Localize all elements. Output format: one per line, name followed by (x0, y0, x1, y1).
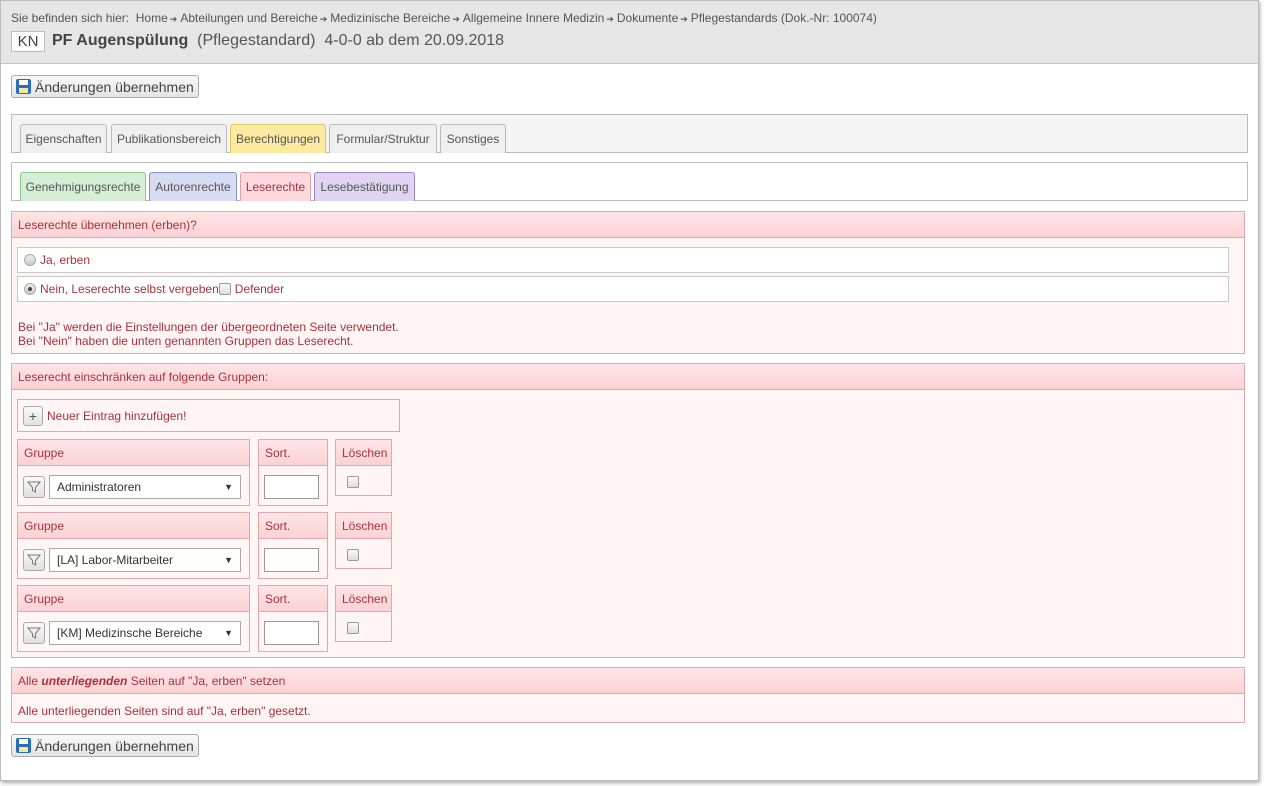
option-yes[interactable]: Ja, erben (17, 247, 1229, 273)
delete-cell: Löschen (335, 439, 392, 496)
save-button-bottom[interactable]: Änderungen übernehmen (11, 734, 199, 757)
group-header: Gruppe (18, 586, 249, 612)
sort-cell: Sort. (258, 585, 328, 652)
group-cell: Gruppe Administratoren ▼ (17, 439, 250, 506)
subpages-title-pre: Alle (18, 674, 39, 688)
defender-label: Defender (234, 282, 285, 296)
floppy-icon (16, 79, 31, 94)
save-label: Änderungen übernehmen (35, 737, 194, 754)
sort-input[interactable] (264, 475, 319, 499)
group-value: [LA] Labor-Mitarbeiter (57, 553, 174, 567)
subpages-title-post: Seiten auf "Ja, erben" setzen (130, 674, 286, 688)
add-entry-row: + Neuer Eintrag hinzufügen! (17, 399, 400, 432)
inherit-panel: Leserechte übernehmen (erben)? Ja, erben… (11, 211, 1245, 354)
page-title: PF Augenspülung (Pflegestandard) 4-0-0 a… (52, 32, 504, 50)
delete-cell: Löschen (335, 585, 392, 642)
dropdown-arrow-icon: ▼ (224, 555, 233, 565)
group-select[interactable]: [LA] Labor-Mitarbeiter ▼ (49, 548, 241, 572)
subtab-genehmigungsrechte[interactable]: Genehmigungsrechte (20, 172, 146, 201)
subpages-title-em: unterliegenden (41, 674, 128, 688)
breadcrumb-abteilungen[interactable]: Abteilungen und Bereiche (180, 11, 317, 25)
doc-title: PF Augenspülung (52, 32, 189, 49)
option-no-label: Nein, Leserechte selbst vergeben (40, 282, 219, 296)
doc-type: (Pflegestandard) (197, 32, 316, 49)
subpages-status: Alle unterliegenden Seiten sind auf "Ja,… (18, 704, 311, 718)
delete-cell: Löschen (335, 512, 392, 569)
group-cell: Gruppe [KM] Medizinsche Bereiche ▼ (17, 585, 250, 652)
groups-title: Leserecht einschränken auf folgende Grup… (12, 364, 1244, 390)
tab-publikationsbereich[interactable]: Publikationsbereich (111, 124, 227, 153)
filter-icon[interactable] (23, 622, 45, 644)
radio-no[interactable] (24, 283, 36, 295)
delete-checkbox[interactable] (347, 622, 359, 634)
sort-input[interactable] (264, 621, 319, 645)
add-entry-button[interactable]: + (23, 405, 43, 426)
sort-cell: Sort. (258, 512, 328, 579)
add-entry-label[interactable]: Neuer Eintrag hinzufügen! (47, 409, 186, 423)
inherit-title: Leserechte übernehmen (erben)? (12, 212, 1244, 238)
subpages-panel: Alle unterliegenden Seiten auf "Ja, erbe… (11, 667, 1245, 723)
sort-cell: Sort. (258, 439, 328, 506)
filter-icon[interactable] (23, 476, 45, 498)
floppy-icon (16, 738, 31, 753)
sort-input[interactable] (264, 548, 319, 572)
group-header: Gruppe (18, 440, 249, 466)
option-yes-label: Ja, erben (40, 253, 91, 267)
doc-badge: KN (11, 31, 45, 52)
delete-header: Löschen (336, 586, 391, 612)
hint-yes: Bei "Ja" werden die Einstellungen der üb… (18, 320, 399, 334)
delete-header: Löschen (336, 440, 391, 466)
subpages-title[interactable]: Alle unterliegenden Seiten auf "Ja, erbe… (12, 668, 1244, 694)
radio-yes[interactable] (24, 254, 36, 266)
group-select[interactable]: Administratoren ▼ (49, 475, 241, 499)
group-cell: Gruppe [LA] Labor-Mitarbeiter ▼ (17, 512, 250, 579)
main-tabs: Eigenschaften Publikationsbereich Berech… (11, 114, 1248, 153)
tab-eigenschaften[interactable]: Eigenschaften (20, 124, 107, 153)
sub-tabs: Genehmigungsrechte Autorenrechte Leserec… (11, 162, 1248, 201)
subtab-leserechte[interactable]: Leserechte (240, 172, 311, 201)
breadcrumb-pflegestandards[interactable]: Pflegestandards (Dok.-Nr: 100074) (691, 11, 877, 25)
sort-header: Sort. (259, 586, 327, 612)
defender-checkbox[interactable] (218, 283, 231, 295)
delete-checkbox[interactable] (347, 476, 359, 488)
sort-header: Sort. (259, 513, 327, 539)
save-button-top[interactable]: Änderungen übernehmen (11, 75, 199, 98)
breadcrumb-innere[interactable]: Allgemeine Innere Medizin (463, 11, 604, 25)
sort-header: Sort. (259, 440, 327, 466)
dropdown-arrow-icon: ▼ (224, 628, 233, 638)
delete-checkbox[interactable] (347, 549, 359, 561)
tab-formular-struktur[interactable]: Formular/Struktur (329, 124, 437, 153)
tab-berechtigungen[interactable]: Berechtigungen (230, 124, 326, 153)
option-no[interactable]: Nein, Leserechte selbst vergeben Defender (17, 276, 1229, 302)
group-select[interactable]: [KM] Medizinsche Bereiche ▼ (49, 621, 241, 645)
breadcrumb-dokumente[interactable]: Dokumente (617, 11, 678, 25)
breadcrumb: Sie befinden sich hier: Home ➔ Abteilungen… (11, 11, 877, 25)
dropdown-arrow-icon: ▼ (224, 482, 233, 492)
subtab-lesebestaetigung[interactable]: Lesebestätigung (314, 172, 415, 201)
breadcrumb-home[interactable]: Home (136, 11, 168, 25)
tab-sonstiges[interactable]: Sonstiges (440, 124, 506, 153)
subtab-autorenrechte[interactable]: Autorenrechte (149, 172, 237, 201)
group-value: Administratoren (57, 480, 142, 494)
save-label: Änderungen übernehmen (35, 78, 194, 95)
group-value: [KM] Medizinsche Bereiche (57, 626, 203, 640)
doc-version: 4-0-0 ab dem 20.09.2018 (324, 32, 505, 49)
delete-header: Löschen (336, 513, 391, 539)
breadcrumb-prefix: Sie befinden sich hier: (11, 11, 130, 25)
breadcrumb-medizinische[interactable]: Medizinische Bereiche (330, 11, 450, 25)
hint-no: Bei "Nein" haben die unten genannten Gru… (18, 334, 354, 348)
filter-icon[interactable] (23, 549, 45, 571)
groups-panel: Leserecht einschränken auf folgende Grup… (11, 363, 1245, 658)
group-header: Gruppe (18, 513, 249, 539)
